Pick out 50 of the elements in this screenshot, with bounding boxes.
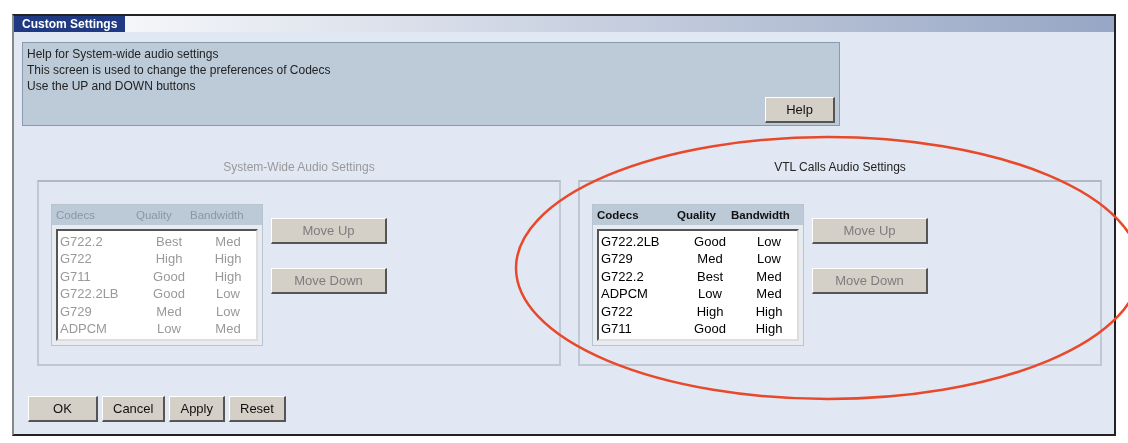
- quality-cell-text: High: [154, 250, 184, 268]
- help-button[interactable]: Help: [765, 97, 835, 123]
- quality-cell-text: Best: [696, 267, 724, 286]
- help-text: Use the UP and DOWN buttons: [27, 78, 197, 94]
- window-title: Custom Settings: [14, 16, 126, 32]
- quality-cell-text: Good: [693, 320, 727, 338]
- codec-cell-text: G722: [601, 302, 634, 321]
- codec-cell-text: G722.2LB: [601, 233, 661, 251]
- bandwidth-cell-text: High: [754, 320, 784, 338]
- codec-cell-text: G722: [60, 250, 93, 268]
- bandwidth-cell-text: High: [754, 302, 784, 321]
- codec-cell-text: G729: [60, 302, 93, 321]
- dialog-button[interactable]: Reset: [229, 396, 286, 422]
- column-header: Bandwidth: [731, 209, 791, 221]
- bandwidth-cell-text: Med: [755, 285, 783, 303]
- bandwidth-cell-text: Med: [214, 233, 242, 251]
- bandwidth-cell-text: Med: [755, 267, 783, 286]
- bandwidth-cell-text: Low: [215, 302, 241, 321]
- column-header: Codecs: [597, 209, 640, 221]
- dialog-button[interactable]: Apply: [169, 396, 225, 422]
- quality-cell-text: Good: [152, 267, 186, 286]
- panel-title: System-Wide Audio Settings: [222, 160, 376, 176]
- bandwidth-cell-text: Low: [756, 233, 782, 251]
- dialog-button[interactable]: OK: [28, 396, 98, 422]
- quality-cell-text: Med: [155, 302, 183, 321]
- codec-cell-text: G729: [601, 250, 634, 268]
- quality-cell-text: Good: [693, 233, 727, 251]
- quality-cell-text: Low: [697, 285, 723, 303]
- bandwidth-cell-text: Med: [214, 320, 242, 338]
- bandwidth-cell-text: Low: [756, 250, 782, 268]
- codec-cell-text: G722.2: [601, 267, 645, 286]
- help-text: Help for System-wide audio settings: [27, 46, 220, 62]
- panel-title: VTL Calls Audio Settings: [773, 160, 907, 176]
- codec-cell-text: ADPCM: [601, 285, 649, 303]
- dialog-button[interactable]: Cancel: [102, 396, 166, 422]
- bandwidth-cell-text: High: [213, 250, 243, 268]
- codec-cell-text: G711: [60, 267, 92, 286]
- codec-cell-text: G722.2LB: [60, 285, 120, 303]
- help-text: This screen is used to change the preferences of Codecs: [27, 62, 332, 78]
- quality-cell-text: Med: [696, 250, 724, 268]
- quality-cell-text: High: [695, 302, 725, 321]
- codec-cell-text: G711: [601, 320, 633, 338]
- codec-cell-text: ADPCM: [60, 320, 108, 338]
- quality-cell-text: Best: [155, 233, 183, 251]
- quality-cell-text: Low: [156, 320, 182, 338]
- bandwidth-cell-text: Low: [215, 285, 241, 303]
- bandwidth-cell-text: High: [213, 267, 243, 286]
- column-header: Quality: [677, 209, 717, 221]
- codec-cell-text: G722.2: [60, 233, 104, 251]
- quality-cell-text: Good: [152, 285, 186, 303]
